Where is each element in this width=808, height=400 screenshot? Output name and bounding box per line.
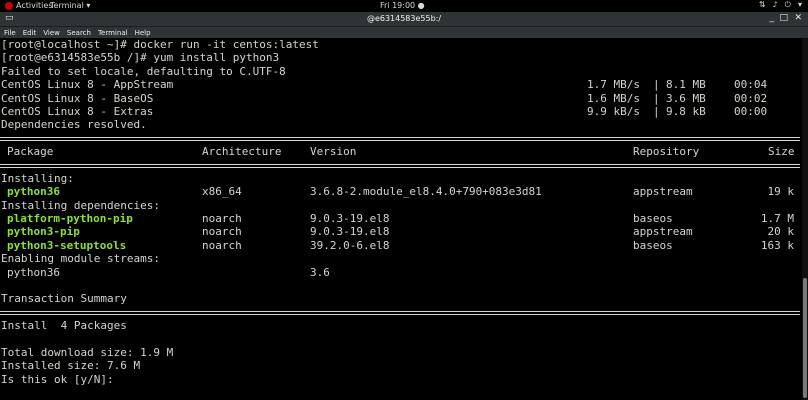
package-size: 19 k xyxy=(767,185,795,199)
repo-time: 00:00 xyxy=(734,104,768,118)
close-icon[interactable]: ✕ xyxy=(794,13,802,23)
repo-name: CentOS Linux 8 - AppStream xyxy=(1,78,174,92)
separator xyxy=(0,132,802,145)
system-tray[interactable]: ⇅ ♪ ⏻ ▾ xyxy=(759,0,802,10)
repo-row: CentOS Linux 8 - Extras 9.9 kB/s | 9.8 k… xyxy=(0,105,802,118)
power-icon: ⏻ xyxy=(784,0,791,9)
repo-row: CentOS Linux 8 - BaseOS 1.6 MB/s | 3.6 M… xyxy=(0,92,802,105)
repo-size: 3.6 MB xyxy=(666,91,706,105)
confirm-prompt[interactable]: Is this ok [y/N]: xyxy=(1,373,114,386)
system-top-bar: Activities Terminal ▾ Fri 19:00 ● ⇅ ♪ ⏻ … xyxy=(0,0,808,12)
window-title: @e6314583e55b:/ xyxy=(366,14,442,23)
package-repo: baseos xyxy=(633,212,673,226)
header-package: Package xyxy=(7,145,54,159)
repo-size: 8.1 MB xyxy=(666,78,706,92)
menu-search[interactable]: Search xyxy=(67,29,91,37)
repo-size: 9.8 kB xyxy=(666,104,706,118)
column-sep: | xyxy=(653,78,660,92)
menu-view[interactable]: View xyxy=(43,29,60,37)
stream-version: 3.6 xyxy=(310,265,330,279)
output-line: Failed to set locale, defaulting to C.UT… xyxy=(1,64,286,78)
table-row: python3-setuptools noarch 39.2.0-6.el8 b… xyxy=(0,239,802,252)
clock[interactable]: Fri 19:00 ● xyxy=(380,1,425,10)
separator xyxy=(0,159,802,172)
package-size: 1.7 M xyxy=(760,212,794,226)
section-heading: Enabling module streams: xyxy=(1,252,160,266)
package-version: 3.6.8-2.module_el8.4.0+790+083e3d81 xyxy=(310,185,542,199)
table-row: python36 x86_64 3.6.8-2.module_el8.4.0+7… xyxy=(0,185,802,198)
package-name: python3-setuptools xyxy=(7,238,127,252)
terminal-output[interactable]: [root@localhost ~]# docker run -it cento… xyxy=(0,38,802,400)
package-version: 9.0.3-19.el8 xyxy=(310,225,390,239)
redhat-logo-icon xyxy=(5,1,13,10)
repo-speed: 1.7 MB/s xyxy=(587,78,640,92)
package-arch: noarch xyxy=(202,212,242,226)
section-heading: Installing dependencies: xyxy=(1,198,160,212)
package-repo: appstream xyxy=(633,225,693,239)
command-line: [root@localhost ~]# docker run -it cento… xyxy=(1,38,319,51)
stream-name: python36 xyxy=(7,265,60,279)
package-size: 20 k xyxy=(767,225,795,239)
package-name: platform-python-pip xyxy=(7,212,133,226)
install-count: Install 4 Packages xyxy=(1,319,127,333)
menu-bar: File Edit View Search Terminal Help xyxy=(0,27,808,38)
menu-file[interactable]: File xyxy=(4,29,16,37)
header-repo: Repository xyxy=(633,145,700,159)
scrollbar-thumb[interactable] xyxy=(803,278,807,398)
column-sep: | xyxy=(653,104,660,118)
column-sep: | xyxy=(653,91,660,105)
volume-icon: ♪ xyxy=(772,0,778,9)
repo-speed: 1.6 MB/s xyxy=(587,91,640,105)
scrollbar[interactable] xyxy=(802,38,808,400)
installed-size: Installed size: 7.6 M xyxy=(1,359,141,373)
command-line: [root@e6314583e55b /]# yum install pytho… xyxy=(1,51,280,65)
package-name: python3-pip xyxy=(7,225,80,239)
separator xyxy=(0,306,802,319)
section-heading: Transaction Summary xyxy=(1,292,127,306)
maximize-icon[interactable]: □ xyxy=(779,13,788,23)
table-row: python36 3.6 xyxy=(0,266,802,279)
repo-time: 00:02 xyxy=(734,91,768,105)
package-version: 39.2.0-6.el8 xyxy=(310,238,390,252)
package-repo: appstream xyxy=(633,185,693,199)
package-size: 163 k xyxy=(760,238,794,252)
output-line: Dependencies resolved. xyxy=(1,118,147,132)
menu-terminal[interactable]: Terminal xyxy=(98,29,128,37)
table-row: python3-pip noarch 9.0.3-19.el8 appstrea… xyxy=(0,225,802,238)
table-header: Package Architecture Version Repository … xyxy=(0,145,802,158)
package-name: python36 xyxy=(7,185,60,199)
minimize-icon[interactable]: _ xyxy=(770,13,775,23)
repo-time: 00:04 xyxy=(734,78,768,92)
repo-name: CentOS Linux 8 - Extras xyxy=(1,104,154,118)
menu-help[interactable]: Help xyxy=(135,29,151,37)
header-size: Size xyxy=(768,145,795,159)
app-menu-terminal[interactable]: Terminal ▾ xyxy=(50,1,90,10)
section-heading: Installing: xyxy=(1,171,74,185)
activities-button[interactable]: Activities xyxy=(5,1,53,10)
package-repo: baseos xyxy=(633,238,673,252)
header-version: Version xyxy=(310,145,357,159)
package-arch: x86_64 xyxy=(202,185,242,199)
download-size: Total download size: 1.9 M xyxy=(1,345,174,359)
chevron-down-icon: ▾ xyxy=(797,0,802,9)
table-row: platform-python-pip noarch 9.0.3-19.el8 … xyxy=(0,212,802,225)
repo-row: CentOS Linux 8 - AppStream 1.7 MB/s | 8.… xyxy=(0,78,802,91)
repo-name: CentOS Linux 8 - BaseOS xyxy=(1,91,154,105)
activities-label: Activities xyxy=(16,1,53,10)
package-arch: noarch xyxy=(202,238,242,252)
window-title-bar: ▭ @e6314583e55b:/ _ □ ✕ xyxy=(0,12,808,27)
network-icon: ⇅ xyxy=(758,0,766,9)
menu-edit[interactable]: Edit xyxy=(23,29,37,37)
header-arch: Architecture xyxy=(202,145,282,159)
repo-speed: 9.9 kB/s xyxy=(587,104,640,118)
package-arch: noarch xyxy=(202,225,242,239)
package-version: 9.0.3-19.el8 xyxy=(310,212,390,226)
